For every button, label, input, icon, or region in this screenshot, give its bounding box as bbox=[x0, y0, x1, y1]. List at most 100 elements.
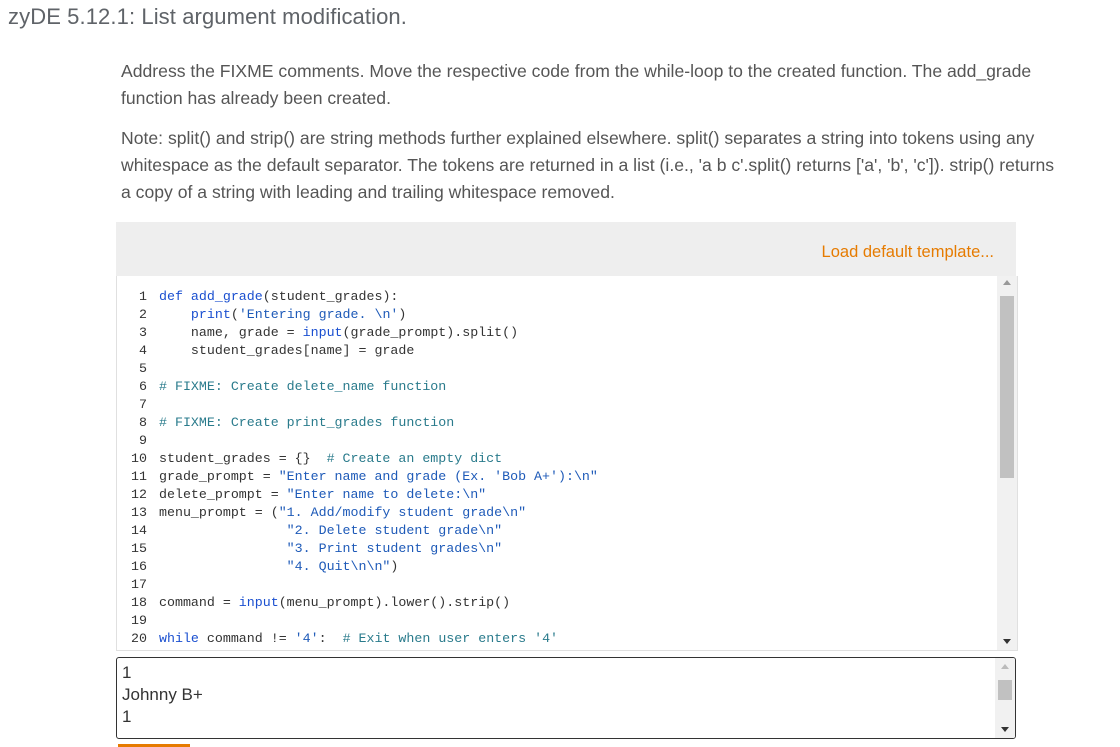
scroll-thumb[interactable] bbox=[1000, 296, 1014, 478]
code-token: (menu_prompt).lower().strip() bbox=[278, 595, 511, 610]
input-line: 1 bbox=[122, 707, 132, 726]
code-line[interactable]: 13 menu_prompt = ("1. Add/modify student … bbox=[117, 504, 598, 522]
code-token: (grade_prompt).split() bbox=[342, 325, 519, 340]
input-scrollbar[interactable] bbox=[995, 658, 1015, 738]
code-token: add_grade bbox=[190, 289, 263, 304]
line-number: 1 bbox=[139, 289, 147, 304]
line-number: 11 bbox=[131, 469, 147, 484]
code-token: input bbox=[302, 325, 343, 340]
code-line[interactable]: 14 "2. Delete student grade\n" bbox=[117, 522, 598, 540]
code-token: ( bbox=[230, 307, 239, 322]
code-token: 'Entering grade. \n' bbox=[238, 307, 399, 322]
input-scroll-down-arrow-icon[interactable] bbox=[1001, 727, 1009, 732]
code-token: def bbox=[159, 289, 191, 304]
code-token: # FIXME: Create delete_name function bbox=[159, 379, 447, 394]
line-number: 15 bbox=[131, 541, 147, 556]
program-input-textarea[interactable]: 1 Johnny B+ 1 bbox=[116, 657, 1016, 739]
input-scroll-thumb[interactable] bbox=[998, 680, 1012, 700]
code-line[interactable]: 17 bbox=[117, 576, 598, 594]
line-number: 16 bbox=[131, 559, 147, 574]
code-line[interactable]: 12 delete_prompt = "Enter name to delete:… bbox=[117, 486, 598, 504]
code-line[interactable]: 11 grade_prompt = "Enter name and grade (… bbox=[117, 468, 598, 486]
scroll-down-arrow-icon[interactable] bbox=[1003, 639, 1011, 644]
code-token: "2. Delete student grade\n" bbox=[286, 523, 503, 538]
code-line[interactable]: 10 student_grades = {} # Create an empty … bbox=[117, 450, 598, 468]
line-number: 6 bbox=[139, 379, 147, 394]
input-scroll-up-arrow-icon[interactable] bbox=[1001, 664, 1009, 669]
line-number: 9 bbox=[139, 433, 147, 448]
page-title: zyDE 5.12.1: List argument modification. bbox=[8, 4, 407, 29]
code-line[interactable]: 3 name, grade = input(grade_prompt).spli… bbox=[117, 324, 598, 342]
input-line: 1 bbox=[122, 663, 132, 682]
code-line[interactable]: 15 "3. Print student grades\n" bbox=[117, 540, 598, 558]
line-number: 10 bbox=[131, 451, 147, 466]
code-line[interactable]: 5 bbox=[117, 360, 598, 378]
code-line[interactable]: 2 print('Entering grade. \n') bbox=[117, 306, 598, 324]
code-line[interactable]: 18 command = input(menu_prompt).lower().s… bbox=[117, 594, 598, 612]
line-content: command = input(menu_prompt).lower().str… bbox=[159, 594, 510, 612]
code-token: menu_prompt = ( bbox=[159, 505, 279, 520]
code-token: ) bbox=[398, 307, 407, 322]
code-line[interactable]: 19 bbox=[117, 612, 598, 630]
load-default-template-link[interactable]: Load default template... bbox=[822, 243, 994, 262]
line-content: delete_prompt = "Enter name to delete:\n… bbox=[159, 486, 486, 504]
code-token: # Exit when user enters '4' bbox=[342, 631, 559, 646]
input-line: Johnny B+ bbox=[122, 685, 203, 704]
note-paragraph: Note: split() and strip() are string met… bbox=[121, 128, 1055, 202]
line-number: 12 bbox=[131, 487, 147, 502]
code-line[interactable]: 1 def add_grade(student_grades): bbox=[117, 288, 598, 306]
code-token: delete_prompt = bbox=[159, 487, 287, 502]
scroll-up-arrow-icon[interactable] bbox=[1003, 280, 1011, 285]
code-token: '4' bbox=[294, 631, 319, 646]
code-token: student_grades[name] = grade bbox=[159, 343, 415, 358]
code-token: (student_grades): bbox=[262, 289, 399, 304]
line-number: 18 bbox=[131, 595, 147, 610]
code-token: input bbox=[238, 595, 279, 610]
line-content: print('Entering grade. \n') bbox=[159, 306, 406, 324]
code-token: while bbox=[159, 631, 199, 646]
code-token: command = bbox=[159, 595, 239, 610]
code-token: "1. Add/modify student grade\n" bbox=[278, 505, 527, 520]
line-number: 14 bbox=[131, 523, 147, 538]
code-token: ) bbox=[390, 559, 399, 574]
code-line[interactable]: 4 student_grades[name] = grade bbox=[117, 342, 598, 360]
line-number: 13 bbox=[131, 505, 147, 520]
code-line[interactable]: 9 bbox=[117, 432, 598, 450]
line-content: "2. Delete student grade\n" bbox=[159, 522, 502, 540]
line-content: "3. Print student grades\n" bbox=[159, 540, 502, 558]
line-number: 19 bbox=[131, 613, 147, 628]
code-line[interactable]: 20 while command != '4': # Exit when user… bbox=[117, 630, 598, 648]
line-number: 5 bbox=[139, 361, 147, 376]
line-content: def add_grade(student_grades): bbox=[159, 288, 398, 306]
code-token: name, grade = bbox=[159, 325, 303, 340]
line-content: "4. Quit\n\n") bbox=[159, 558, 399, 576]
code-token: "3. Print student grades\n" bbox=[286, 541, 503, 556]
input-lines: 1 Johnny B+ 1 bbox=[122, 662, 203, 728]
code-token: command != bbox=[198, 631, 295, 646]
line-content: while command != '4': # Exit when user e… bbox=[159, 630, 558, 648]
line-content: student_grades[name] = grade bbox=[159, 342, 414, 360]
line-content: # FIXME: Create delete_name function bbox=[159, 378, 446, 396]
line-content: name, grade = input(grade_prompt).split(… bbox=[159, 324, 518, 342]
code-line[interactable]: 7 bbox=[117, 396, 598, 414]
line-number: 2 bbox=[139, 307, 147, 322]
line-content: grade_prompt = "Enter name and grade (Ex… bbox=[159, 468, 598, 486]
code-line[interactable]: 16 "4. Quit\n\n") bbox=[117, 558, 598, 576]
code-token: "Enter name and grade (Ex. 'Bob A+'):\n" bbox=[278, 469, 598, 484]
code-editor[interactable]: 1 def add_grade(student_grades): 2 print('… bbox=[116, 276, 1018, 651]
code-line[interactable]: 8 # FIXME: Create print_grades function bbox=[117, 414, 598, 432]
instructions-paragraph: Address the FIXME comments. Move the res… bbox=[121, 61, 1032, 108]
code-token: "Enter name to delete:\n" bbox=[286, 487, 487, 502]
editor-scrollbar[interactable] bbox=[997, 276, 1017, 650]
line-number: 4 bbox=[139, 343, 147, 358]
code-token: : bbox=[318, 631, 343, 646]
editor-toolbar: Load default template... bbox=[116, 222, 1016, 276]
line-content: student_grades = {} # Create an empty di… bbox=[159, 450, 502, 468]
code-line[interactable]: 6 # FIXME: Create delete_name function bbox=[117, 378, 598, 396]
code-token: print bbox=[190, 307, 231, 322]
line-content: # FIXME: Create print_grades function bbox=[159, 414, 454, 432]
code-lines[interactable]: 1 def add_grade(student_grades): 2 print('… bbox=[117, 288, 598, 648]
